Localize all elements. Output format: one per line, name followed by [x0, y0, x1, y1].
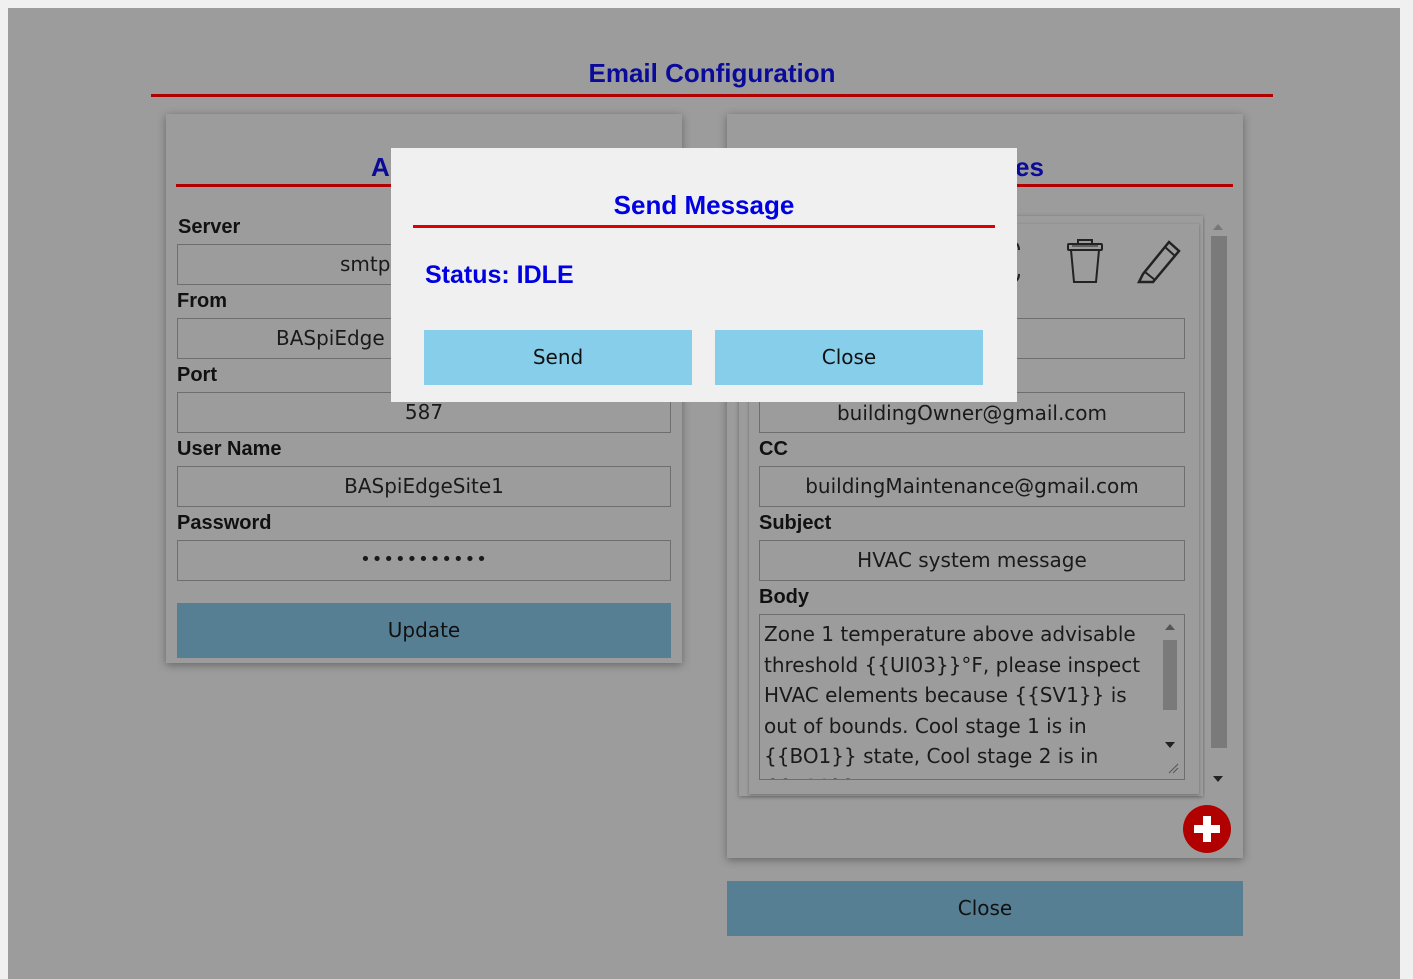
body-scrollbar[interactable]: [1159, 616, 1181, 778]
modal-divider: [413, 225, 995, 228]
modal-title: Send Message: [613, 190, 795, 220]
password-input[interactable]: •••••••••••: [177, 540, 671, 581]
plus-circle-icon[interactable]: [1183, 805, 1231, 853]
from-label: From: [177, 290, 227, 312]
update-button[interactable]: Update: [177, 603, 671, 658]
pencil-icon[interactable]: [1135, 234, 1183, 284]
close-page-button[interactable]: Close: [727, 881, 1243, 936]
subject-label: Subject: [759, 512, 832, 534]
cc-input[interactable]: buildingMaintenance@gmail.com: [759, 466, 1185, 507]
title-divider: [151, 94, 1273, 97]
page-title: Email Configuration: [588, 58, 836, 88]
modal-close-button[interactable]: Close: [715, 330, 983, 385]
port-label: Port: [177, 364, 217, 386]
body-label: Body: [759, 586, 809, 608]
body-textarea[interactable]: Zone 1 temperature above advisable thres…: [759, 614, 1185, 780]
resize-handle-icon[interactable]: [1167, 762, 1179, 774]
cc-label: CC: [759, 438, 788, 460]
body-scroll-thumb[interactable]: [1163, 640, 1177, 710]
list-scroll-thumb[interactable]: [1211, 236, 1227, 748]
send-button[interactable]: Send: [424, 330, 692, 385]
list-scroll-down-icon[interactable]: [1213, 776, 1223, 782]
body-scroll-up-icon[interactable]: [1165, 624, 1175, 630]
body-scroll-down-icon[interactable]: [1165, 742, 1175, 748]
username-label: User Name: [177, 438, 282, 460]
trash-icon[interactable]: [1064, 238, 1106, 284]
list-scroll-up-icon[interactable]: [1213, 224, 1223, 230]
username-input[interactable]: BASpiEdgeSite1: [177, 466, 671, 507]
messages-card-heading: es: [1015, 152, 1044, 182]
send-message-modal: Send Message Status: IDLE Send Close: [391, 148, 1017, 402]
modal-status: Status: IDLE: [425, 261, 574, 289]
message-list-scrollbar[interactable]: [1205, 216, 1231, 796]
subject-input[interactable]: HVAC system message: [759, 540, 1185, 581]
server-label: Server: [178, 216, 241, 238]
password-label: Password: [177, 512, 272, 534]
